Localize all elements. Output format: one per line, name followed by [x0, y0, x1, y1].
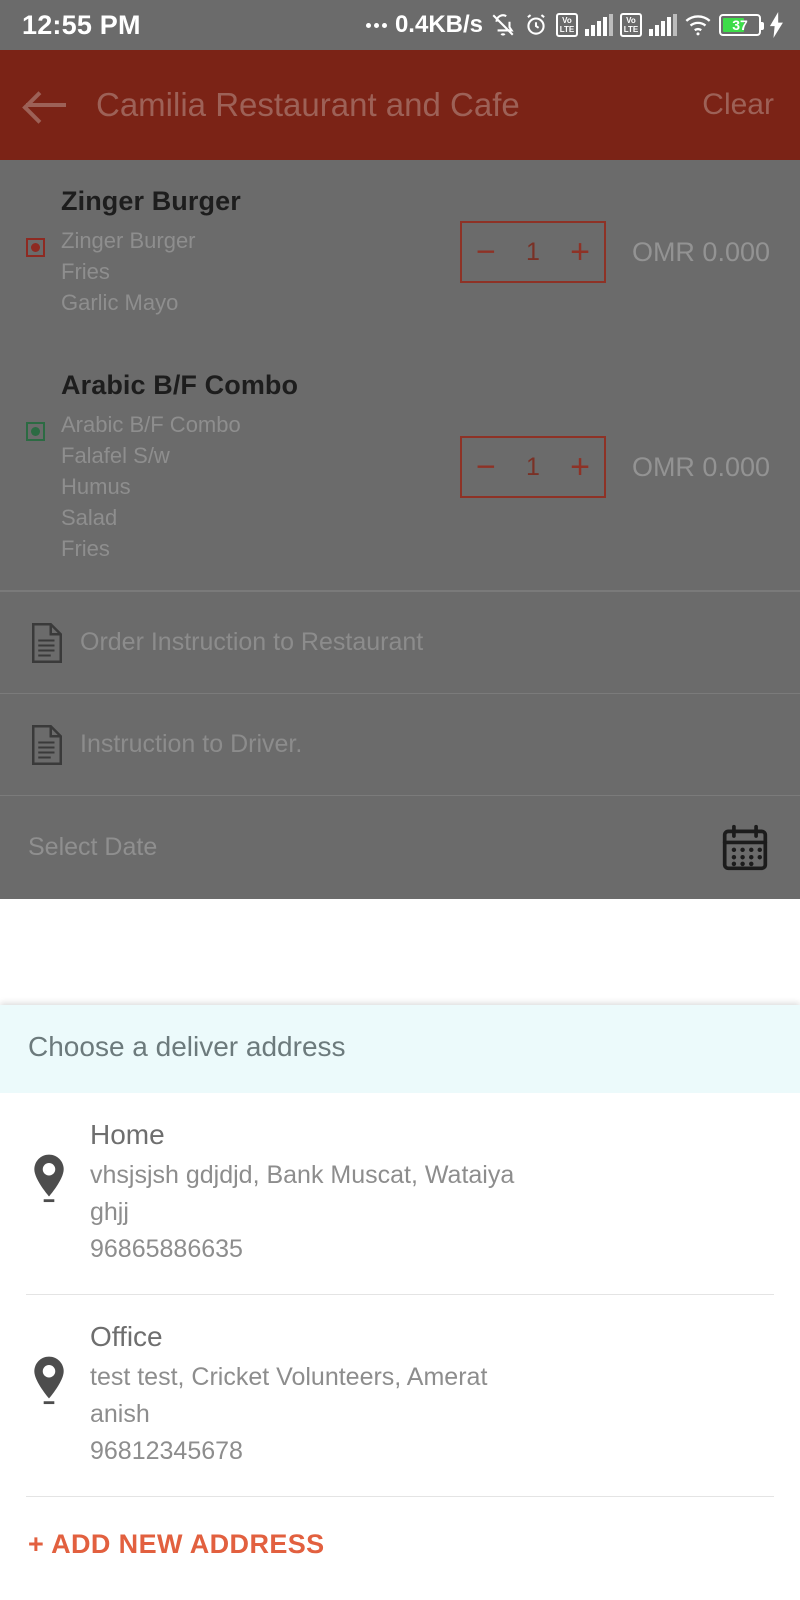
driver-instruction-label: Instruction to Driver.	[80, 730, 303, 758]
cart-item-controls: − 1 + OMR 0.000	[459, 436, 774, 498]
address-label: Office	[90, 1321, 163, 1352]
veg-indicator-icon	[26, 422, 45, 441]
cart-item-price: OMR 0.000	[631, 236, 770, 267]
app-bar: Camilia Restaurant and Cafe Clear	[0, 50, 800, 160]
volte-icon: Vo LTE	[556, 13, 578, 37]
cart-item-option: Fries	[61, 536, 110, 561]
status-bar-clock: 12:55 PM	[22, 9, 141, 40]
cart-item-option: Salad	[61, 505, 118, 530]
cart-item-info: Arabic B/F Combo Arabic B/F Combo Falafe…	[61, 370, 391, 564]
back-arrow-icon[interactable]	[26, 90, 70, 120]
address-line-2: ghjj	[90, 1198, 129, 1226]
battery-icon: 37	[719, 14, 764, 36]
cart-item-name: Zinger Burger	[61, 186, 241, 216]
dimmed-cart-page: Zinger Burger Zinger Burger Fries Garlic…	[0, 160, 800, 899]
quantity-value: 1	[525, 237, 540, 266]
add-new-address-button[interactable]: + ADD NEW ADDRESS	[0, 1497, 800, 1600]
quantity-stepper[interactable]: − 1 +	[459, 436, 606, 498]
select-date-label: Select Date	[28, 833, 158, 861]
address-phone: 96865886635	[90, 1235, 243, 1263]
cart-item-row[interactable]: Zinger Burger Zinger Burger Fries Garlic…	[0, 160, 800, 344]
decrease-quantity-button[interactable]: −	[476, 235, 496, 269]
cart-item-list: Zinger Burger Zinger Burger Fries Garlic…	[0, 160, 800, 590]
app-root: 12:55 PM 0.4KB/s Vo LTE Vo LTE 37 Camili…	[0, 0, 800, 1600]
battery-percent-label: 37	[732, 17, 748, 33]
decrease-quantity-button[interactable]: −	[476, 450, 496, 484]
address-bottom-sheet: Choose a deliver address Home vhsjsjsh g…	[0, 1005, 800, 1600]
location-pin-icon	[34, 1356, 64, 1405]
address-option-home[interactable]: Home vhsjsjsh gdjdjd, Bank Muscat, Watai…	[0, 1093, 800, 1294]
cart-item-option: Fries	[61, 259, 110, 284]
cart-item-row[interactable]: Arabic B/F Combo Arabic B/F Combo Falafe…	[0, 344, 800, 590]
cart-item-option: Humus	[61, 474, 131, 499]
signal-bars-icon	[585, 14, 613, 36]
calendar-icon[interactable]	[720, 824, 770, 872]
address-option-office[interactable]: Office test test, Cricket Volunteers, Am…	[0, 1295, 800, 1496]
status-bar: 12:55 PM 0.4KB/s Vo LTE Vo LTE 37	[0, 0, 800, 50]
address-details: Home vhsjsjsh gdjdjd, Bank Muscat, Watai…	[90, 1117, 514, 1268]
select-date-row[interactable]: Select Date	[0, 796, 800, 899]
cart-item-option: Arabic B/F Combo	[61, 412, 241, 437]
document-icon	[32, 622, 62, 663]
document-icon	[32, 724, 62, 765]
cart-item-option: Zinger Burger	[61, 228, 196, 253]
address-phone: 96812345678	[90, 1437, 243, 1465]
address-sheet-title: Choose a deliver address	[28, 1031, 346, 1062]
cart-item-name: Arabic B/F Combo	[61, 370, 299, 400]
address-label: Home	[90, 1119, 165, 1150]
quantity-stepper[interactable]: − 1 +	[459, 221, 606, 283]
cart-item-option: Falafel S/w	[61, 443, 170, 468]
location-pin-icon	[34, 1154, 64, 1203]
address-line-1: vhsjsjsh gdjdjd, Bank Muscat, Wataiya	[90, 1161, 515, 1189]
address-details: Office test test, Cricket Volunteers, Am…	[90, 1319, 487, 1470]
address-sheet-header: Choose a deliver address	[0, 1005, 800, 1093]
bell-muted-icon	[492, 14, 514, 36]
address-line-2: anish	[90, 1400, 150, 1428]
volte-icon: Vo LTE	[620, 13, 642, 37]
order-instruction-row[interactable]: Order Instruction to Restaurant	[0, 592, 800, 693]
page-title: Camilia Restaurant and Cafe	[96, 86, 520, 123]
cart-item-option: Garlic Mayo	[61, 290, 179, 315]
dots-icon	[365, 22, 387, 28]
driver-instruction-row[interactable]: Instruction to Driver.	[0, 694, 800, 795]
address-line-1: test test, Cricket Volunteers, Amerat	[90, 1363, 488, 1391]
network-speed-label: 0.4KB/s	[394, 11, 483, 38]
charging-bolt-icon	[769, 12, 783, 38]
cart-item-price: OMR 0.000	[631, 451, 770, 482]
nonveg-indicator-icon	[26, 238, 45, 257]
wifi-icon	[685, 15, 711, 36]
clear-button[interactable]: Clear	[702, 88, 774, 122]
alarm-clock-icon	[527, 14, 545, 35]
quantity-value: 1	[525, 452, 540, 481]
cart-item-info: Zinger Burger Zinger Burger Fries Garlic…	[61, 186, 391, 318]
status-bar-icons: 0.4KB/s Vo LTE Vo LTE 37	[365, 11, 786, 39]
increase-quantity-button[interactable]: +	[570, 235, 590, 269]
signal-bars-icon	[649, 14, 677, 36]
order-instruction-label: Order Instruction to Restaurant	[80, 628, 424, 656]
increase-quantity-button[interactable]: +	[570, 450, 590, 484]
cart-item-controls: − 1 + OMR 0.000	[459, 221, 774, 283]
